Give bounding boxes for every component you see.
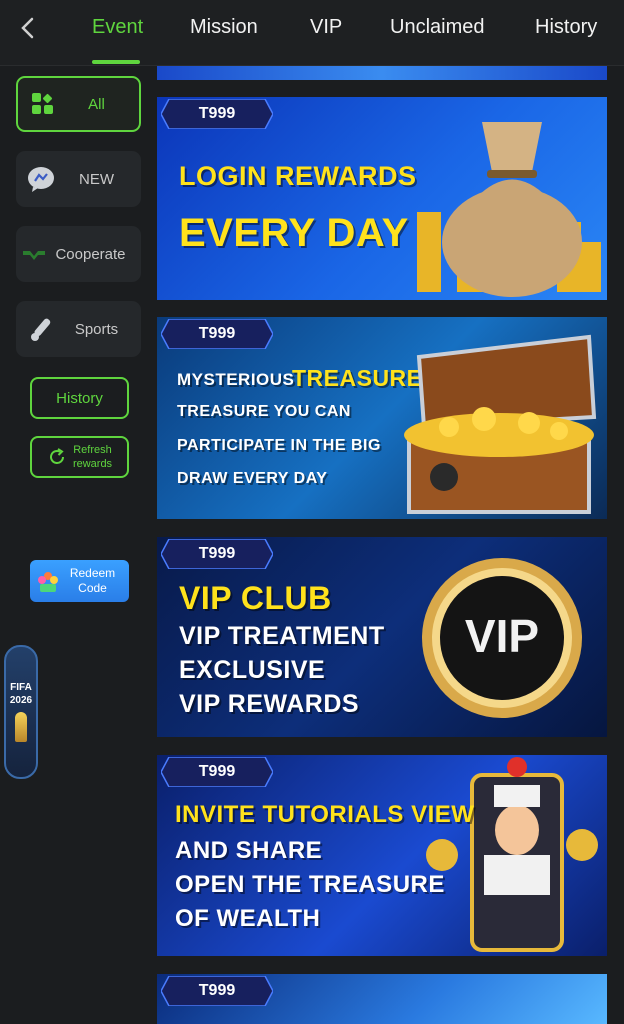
handshake-icon xyxy=(22,237,46,271)
banner-login-rewards[interactable]: T999 LOGIN REWARDS EVERY DAY xyxy=(157,97,607,300)
money-bag-icon xyxy=(417,122,601,297)
banner-line: INVITE TUTORIALS VIEW xyxy=(175,801,475,828)
flower-gift-icon xyxy=(38,572,58,592)
banner-line: MYSTERIOUS xyxy=(177,370,295,389)
banner-line: OF WEALTH xyxy=(175,905,321,932)
sidebar-item-all[interactable]: All xyxy=(16,76,141,132)
sidebar-item-label: Cooperate xyxy=(55,245,126,263)
banner-badge: T999 xyxy=(198,105,236,122)
refresh-icon xyxy=(49,448,64,464)
refresh-label-line2: rewards xyxy=(72,458,113,470)
tab-vip[interactable]: VIP xyxy=(310,16,342,39)
banner-treasure-box[interactable]: T999 MYSTERIOUS TREASURE BOX TREASURE YO… xyxy=(157,317,607,519)
banner-line: TREASURE YOU CAN xyxy=(177,403,351,420)
banner-badge: T999 xyxy=(198,325,236,342)
sidebar-item-cooperate[interactable]: Cooperate xyxy=(16,226,141,282)
bat-ball-icon xyxy=(24,312,58,346)
top-bar: Event Mission VIP Unclaimed History xyxy=(0,0,624,66)
banner-line: EVERY DAY xyxy=(179,211,409,255)
history-button[interactable]: History xyxy=(30,377,129,419)
tab-mission[interactable]: Mission xyxy=(190,16,258,39)
banner-invite-tutorials[interactable]: T999 INVITE TUTORIALS VIEW AND SHARE OPE… xyxy=(157,755,607,956)
banner-line: PARTICIPATE IN THE BIG xyxy=(177,437,381,454)
redeem-label-line2: Code xyxy=(78,581,107,595)
banner-line: DRAW EVERY DAY xyxy=(177,470,328,487)
banner-badge: T999 xyxy=(198,982,236,999)
banner-badge: T999 xyxy=(198,545,236,562)
banner-partial-top[interactable] xyxy=(157,66,607,80)
sidebar-item-label: Sports xyxy=(74,320,119,338)
fifa-2026-floating-widget[interactable]: FIFA 2026 xyxy=(4,645,38,779)
redeem-label-line1: Redeem xyxy=(69,566,116,580)
tab-history[interactable]: History xyxy=(535,16,597,39)
refresh-label-line1: Refresh xyxy=(73,444,112,456)
tab-event[interactable]: Event xyxy=(92,16,143,39)
sidebar: All NEW Cooperate Sports History Refresh… xyxy=(0,66,150,1024)
refresh-rewards-button[interactable]: Refresh rewards xyxy=(30,436,129,478)
banner-line: VIP TREATMENT xyxy=(179,622,385,650)
sidebar-item-new[interactable]: NEW xyxy=(16,151,141,207)
redeem-code-button[interactable]: Redeem Code xyxy=(30,560,129,602)
sidebar-item-label: NEW xyxy=(79,170,114,188)
banner-badge: T999 xyxy=(198,763,236,780)
vip-medal-text: VIP xyxy=(464,610,540,662)
active-tab-indicator xyxy=(92,60,140,64)
banner-line: EXCLUSIVE xyxy=(179,656,326,684)
sidebar-item-label: All xyxy=(88,95,105,113)
banner-line: OPEN THE TREASURE xyxy=(175,871,445,898)
banner-partial-bottom[interactable]: T999 xyxy=(157,974,607,1024)
tab-unclaimed[interactable]: Unclaimed xyxy=(390,16,484,39)
trophy-icon xyxy=(15,712,27,742)
chevron-left-icon xyxy=(21,17,34,39)
slot-machine-icon xyxy=(426,757,598,952)
chat-bubble-icon xyxy=(24,162,58,196)
back-button[interactable] xyxy=(12,12,44,44)
sidebar-item-sports[interactable]: Sports xyxy=(16,301,141,357)
banner-line: AND SHARE xyxy=(175,837,323,864)
fifa-year: 2026 xyxy=(9,695,33,706)
fifa-label: FIFA xyxy=(10,682,32,693)
banner-line: VIP CLUB xyxy=(179,580,332,616)
banner-line: LOGIN REWARDS xyxy=(179,161,417,191)
banner-line: VIP REWARDS xyxy=(179,690,360,718)
treasure-chest-icon xyxy=(404,334,597,514)
grid-icon xyxy=(26,87,60,121)
banner-vip-club[interactable]: T999 VIP CLUB VIP TREATMENT EXCLUSIVE VI… xyxy=(157,537,607,737)
